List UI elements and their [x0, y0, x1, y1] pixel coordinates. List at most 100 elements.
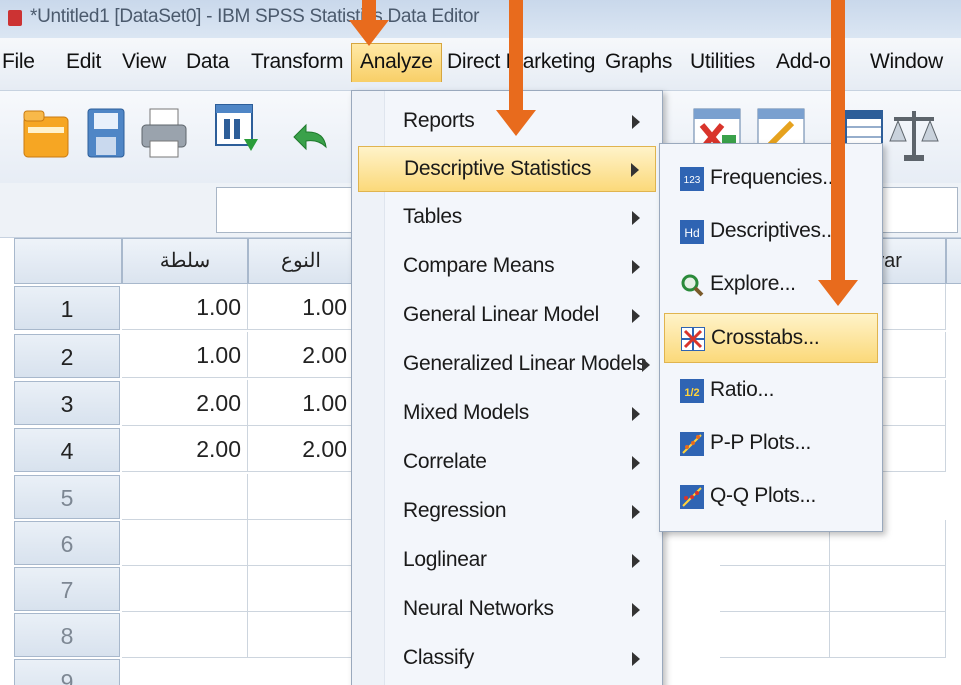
- column-header-naw[interactable]: النوع: [248, 238, 354, 284]
- menu-file[interactable]: File: [0, 48, 41, 76]
- cell-r1-c1[interactable]: 1.00: [122, 284, 248, 330]
- spss-data-editor: *Untitled1 [DataSet0] - IBM SPSS Statist…: [0, 0, 961, 685]
- menu-item-correlate[interactable]: Correlate: [358, 440, 656, 486]
- menu-item-label: Correlate: [403, 450, 487, 473]
- cell-r5-c2[interactable]: [248, 474, 354, 520]
- submenu-arrow-icon: [632, 407, 640, 421]
- row-header-5[interactable]: 5: [14, 475, 120, 519]
- cell-r3-c1[interactable]: 2.00: [122, 380, 248, 426]
- menu-window[interactable]: Window: [864, 48, 949, 76]
- print-icon[interactable]: [140, 105, 188, 161]
- menu-edit[interactable]: Edit: [60, 48, 107, 76]
- submenu-arrow-icon: [632, 309, 640, 323]
- menu-bar: File Edit View Data Transform Analyze Di…: [0, 38, 961, 91]
- menu-item-label: Mixed Models: [403, 401, 529, 424]
- menu-transform[interactable]: Transform: [245, 48, 349, 76]
- undo-icon[interactable]: [290, 117, 330, 157]
- row-header-1[interactable]: 1: [14, 286, 120, 330]
- submenu-item-crosstabs[interactable]: Crosstabs...: [664, 313, 878, 363]
- svg-text:Hd: Hd: [684, 226, 699, 240]
- submenu-item-qq-plots[interactable]: Q-Q Plots...: [664, 472, 878, 522]
- menu-item-label: Neural Networks: [403, 597, 554, 620]
- menu-item-compare-means[interactable]: Compare Means: [358, 244, 656, 290]
- submenu-item-ratio[interactable]: 1/2 Ratio...: [664, 366, 878, 416]
- menu-add-ons[interactable]: Add-ons: [770, 48, 834, 76]
- submenu-arrow-icon: [632, 603, 640, 617]
- menu-item-general-linear-model[interactable]: General Linear Model: [358, 293, 656, 339]
- row-header-9[interactable]: 9: [14, 659, 120, 685]
- menu-analyze[interactable]: Analyze: [351, 43, 442, 82]
- svg-text:123: 123: [684, 175, 701, 186]
- submenu-item-label: Frequencies...: [710, 166, 839, 189]
- menu-item-label: General Linear Model: [403, 303, 599, 326]
- cell-r4-c2[interactable]: 2.00: [248, 426, 354, 472]
- cell-r4-c1[interactable]: 2.00: [122, 426, 248, 472]
- cell-var-r8a[interactable]: [720, 612, 830, 658]
- row-header-4[interactable]: 4: [14, 428, 120, 472]
- menu-item-mixed-models[interactable]: Mixed Models: [358, 391, 656, 437]
- column-header-salta[interactable]: سلطة: [122, 238, 248, 284]
- save-icon[interactable]: [86, 105, 126, 161]
- submenu-arrow-icon: [632, 505, 640, 519]
- ratio-icon: 1/2: [680, 379, 704, 403]
- submenu-item-label: Crosstabs...: [711, 326, 820, 349]
- submenu-item-label: Explore...: [710, 272, 796, 295]
- weight-cases-icon[interactable]: [888, 105, 940, 165]
- menu-item-label: Generalized Linear Models: [403, 352, 647, 375]
- cell-var-r7a[interactable]: [720, 566, 830, 612]
- cell-r3-c2[interactable]: 1.00: [248, 380, 354, 426]
- open-folder-icon[interactable]: [22, 105, 70, 161]
- submenu-item-frequencies[interactable]: 123 Frequencies...: [664, 154, 878, 204]
- row-header-6[interactable]: 6: [14, 521, 120, 565]
- row-header-3[interactable]: 3: [14, 381, 120, 425]
- submenu-item-descriptives[interactable]: Hd Descriptives...: [664, 207, 878, 257]
- column-header-empty: [946, 238, 961, 284]
- pp-plots-icon: [680, 432, 704, 456]
- menu-item-label: Tables: [403, 205, 462, 228]
- cell-r1-c2[interactable]: 1.00: [248, 284, 354, 330]
- title-bar: *Untitled1 [DataSet0] - IBM SPSS Statist…: [0, 0, 961, 38]
- menu-item-loglinear[interactable]: Loglinear: [358, 538, 656, 584]
- frequencies-icon: 123: [680, 167, 704, 191]
- row-header-7[interactable]: 7: [14, 567, 120, 611]
- menu-item-label: Classify: [403, 646, 475, 669]
- cell-r6-c1[interactable]: [122, 520, 248, 566]
- menu-data[interactable]: Data: [180, 48, 235, 76]
- cell-r6-c2[interactable]: [248, 520, 354, 566]
- menu-item-regression[interactable]: Regression: [358, 489, 656, 535]
- row-header-8[interactable]: 8: [14, 613, 120, 657]
- submenu-arrow-icon: [632, 260, 640, 274]
- menu-item-descriptive-statistics[interactable]: Descriptive Statistics: [358, 146, 656, 192]
- explore-icon: [681, 274, 704, 297]
- cell-r7-c1[interactable]: [122, 566, 248, 612]
- window-title: *Untitled1 [DataSet0] - IBM SPSS Statist…: [30, 6, 480, 27]
- cell-r5-c1[interactable]: [122, 474, 248, 520]
- descriptive-statistics-submenu: 123 Frequencies... Hd Descriptives... Ex…: [659, 143, 883, 532]
- menu-graphs[interactable]: Graphs: [599, 48, 678, 76]
- cell-r7-c2[interactable]: [248, 566, 354, 612]
- cell-var-r7b[interactable]: [830, 566, 946, 612]
- submenu-arrow-icon: [642, 358, 650, 372]
- cell-r2-c1[interactable]: 1.00: [122, 332, 248, 378]
- cell-r2-c2[interactable]: 2.00: [248, 332, 354, 378]
- menu-item-classify[interactable]: Classify: [358, 636, 656, 682]
- menu-item-generalized-linear-models[interactable]: Generalized Linear Models: [358, 342, 656, 388]
- recall-dialog-icon[interactable]: [214, 103, 262, 161]
- menu-item-neural-networks[interactable]: Neural Networks: [358, 587, 656, 633]
- row-header-2[interactable]: 2: [14, 334, 120, 378]
- menu-view[interactable]: View: [116, 48, 172, 76]
- cell-r8-c2[interactable]: [248, 612, 354, 658]
- submenu-item-pp-plots[interactable]: P-P Plots...: [664, 419, 878, 469]
- menu-item-tables[interactable]: Tables: [358, 195, 656, 241]
- submenu-arrow-icon: [632, 652, 640, 666]
- submenu-arrow-icon: [632, 211, 640, 225]
- submenu-item-label: Descriptives...: [710, 219, 838, 242]
- cell-r8-c1[interactable]: [122, 612, 248, 658]
- cell-var-r8b[interactable]: [830, 612, 946, 658]
- menu-item-label: Compare Means: [403, 254, 555, 277]
- analyze-menu: Reports Descriptive Statistics Tables Co…: [351, 90, 663, 685]
- submenu-item-label: P-P Plots...: [710, 431, 812, 454]
- menu-item-label: Regression: [403, 499, 507, 522]
- submenu-item-label: Ratio...: [710, 378, 775, 401]
- menu-utilities[interactable]: Utilities: [684, 48, 761, 76]
